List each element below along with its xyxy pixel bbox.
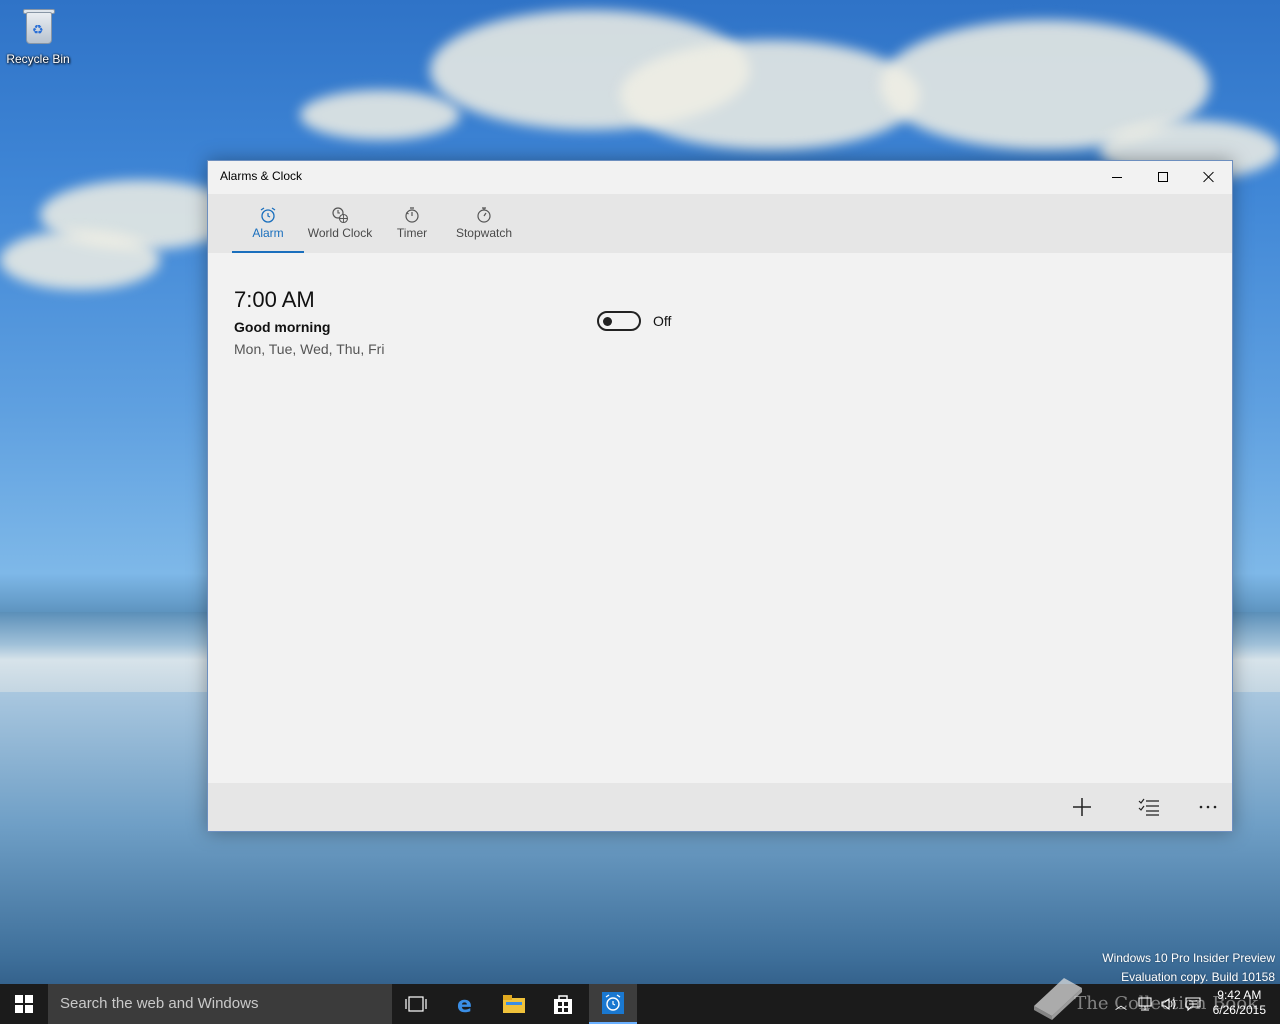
volume-icon [1161,997,1176,1011]
desktop-icon-recycle-bin[interactable]: ♻ Recycle Bin [4,6,72,66]
build-watermark: Windows 10 Pro Insider Preview Evaluatio… [1102,949,1275,987]
alarm-name: Good morning [234,319,331,335]
alarm-toggle-label: Off [653,313,672,329]
title-bar[interactable]: Alarms & Clock [208,161,1232,194]
book-logo-icon [1034,978,1082,1020]
show-hidden-icons-button[interactable]: ︿ [1112,994,1130,1014]
task-view-button[interactable] [392,984,440,1024]
watermark-line: Windows 10 Pro Insider Preview [1102,951,1275,965]
add-alarm-button[interactable] [1060,789,1104,825]
window-title: Alarms & Clock [220,169,303,183]
tab-label: World Clock [307,226,373,240]
cloud [620,40,920,150]
network-icon [1138,997,1152,1011]
action-center-icon [1185,997,1201,1011]
more-options-button[interactable] [1186,789,1230,825]
search-box[interactable]: Search the web and Windows [48,984,392,1024]
alarm-toggle[interactable] [597,311,641,331]
tab-label: Alarm [252,226,284,240]
clock-time: 9:42 AM [1217,988,1262,1002]
windows-logo-icon [15,995,33,1013]
maximize-button[interactable] [1140,161,1186,193]
cloud [300,90,460,140]
minimize-button[interactable] [1094,161,1140,193]
cloud [0,230,160,290]
timer-icon [405,207,419,223]
close-icon [1203,171,1215,183]
tab-bar: Alarm World Clock Timer Stopwatch [208,194,1232,253]
action-center-button[interactable] [1184,994,1202,1014]
minimize-icon [1112,176,1122,178]
alarm-days: Mon, Tue, Wed, Thu, Fri [234,341,385,357]
start-button[interactable] [0,984,48,1024]
select-list-icon [1138,798,1159,816]
tab-stopwatch[interactable]: Stopwatch [448,194,520,253]
alarm-clock-icon [260,207,276,223]
toggle-knob [603,317,612,326]
close-button[interactable] [1186,161,1232,193]
store-button[interactable] [539,984,587,1024]
file-explorer-icon [503,995,525,1013]
alarms-app-icon [602,992,624,1014]
recycle-bin-icon: ♻ [20,6,56,46]
stopwatch-icon [477,207,491,223]
alarm-list: 7:00 AM Good morning Mon, Tue, Wed, Thu,… [208,253,1232,783]
edge-button[interactable]: e [442,984,490,1024]
select-alarms-button[interactable] [1127,789,1171,825]
add-icon [1073,798,1091,816]
tab-world-clock[interactable]: World Clock [304,194,376,253]
world-clock-icon [332,207,349,224]
alarm-time: 7:00 AM [234,287,315,312]
tab-label: Timer [396,226,428,240]
taskbar-clock[interactable]: 9:42 AM 6/26/2015 [1213,988,1266,1018]
alarms-app-button[interactable] [589,984,637,1024]
desktop-icon-label: Recycle Bin [6,52,70,66]
clock-date: 6/26/2015 [1212,1003,1266,1017]
edge-icon: e [457,993,472,1015]
command-bar [208,783,1232,831]
svg-text:e: e [457,993,472,1015]
tab-alarm[interactable]: Alarm [232,194,304,253]
taskbar: Search the web and Windows e The Collect… [0,984,1280,1024]
maximize-icon [1158,172,1168,182]
chevron-up-icon: ︿ [1114,997,1127,1012]
tab-timer[interactable]: Timer [376,194,448,253]
alarms-clock-window: Alarms & Clock Alarm World Clock Timer S… [207,160,1233,832]
store-icon [554,995,572,1014]
more-icon [1199,805,1217,809]
task-view-icon [405,996,427,1012]
alarm-item[interactable]: 7:00 AM Good morning Mon, Tue, Wed, Thu,… [234,287,384,357]
tab-label: Stopwatch [455,226,513,240]
network-button[interactable] [1136,994,1154,1014]
file-explorer-button[interactable] [490,984,538,1024]
volume-button[interactable] [1160,994,1178,1014]
